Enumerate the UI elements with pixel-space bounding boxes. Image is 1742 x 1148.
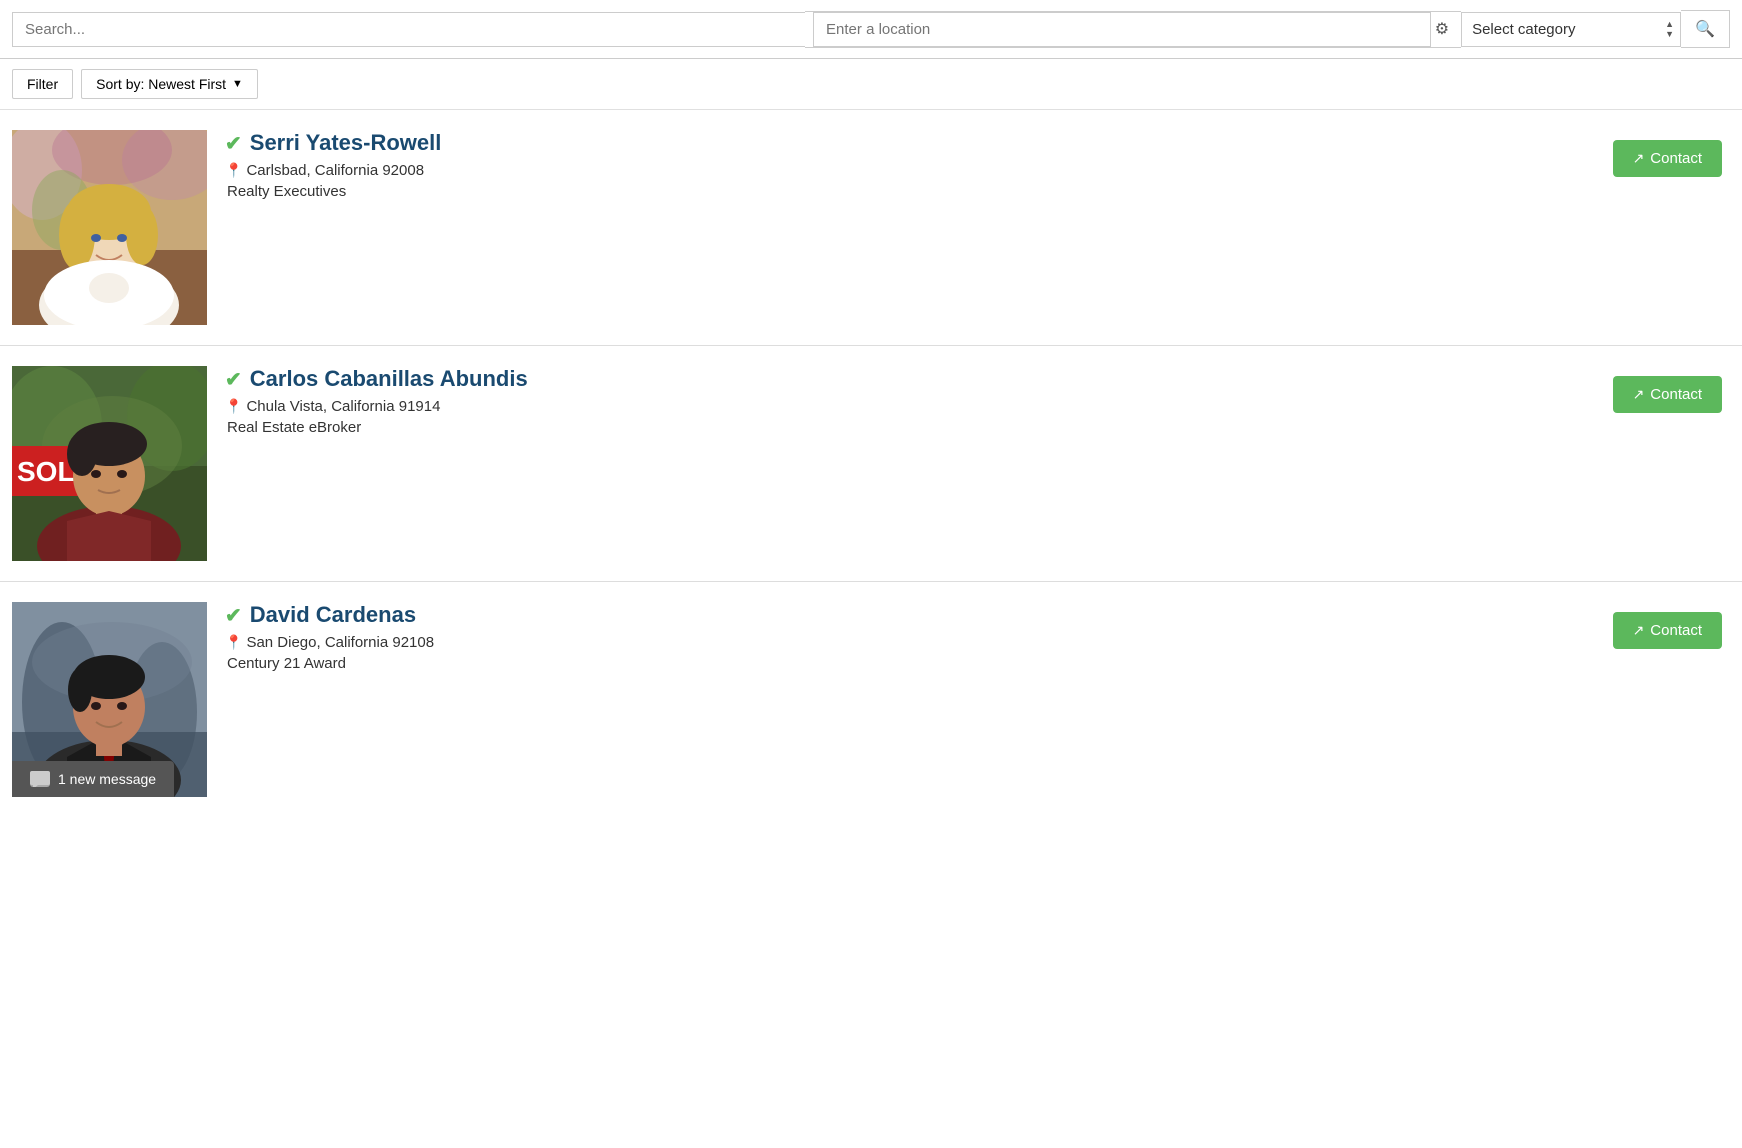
search-go-button[interactable]: 🔍	[1681, 10, 1730, 48]
message-bubble-icon	[30, 771, 50, 787]
listing-company: Century 21 Award	[227, 655, 1730, 672]
contact-label: Contact	[1650, 622, 1702, 639]
contact-button[interactable]: ↗ Contact	[1613, 140, 1722, 177]
gear-icon[interactable]: ⚙	[1431, 17, 1453, 41]
contact-icon: ↗	[1633, 622, 1645, 639]
listing-name-text: Carlos Cabanillas Abundis	[250, 366, 528, 392]
listing-card: 1 new message ✔ David Cardenas 📍 San Die…	[0, 582, 1742, 817]
category-select[interactable]: Select category Real Estate Finance Insu…	[1462, 13, 1665, 46]
listings-container: ✔ Serri Yates-Rowell 📍 Carlsbad, Califor…	[0, 110, 1742, 817]
verified-icon: ✔	[225, 367, 242, 392]
listing-company: Real Estate eBroker	[227, 419, 1730, 436]
contact-label: Contact	[1650, 386, 1702, 403]
contact-icon: ↗	[1633, 386, 1645, 403]
contact-label: Contact	[1650, 150, 1702, 167]
listing-location-text: Carlsbad, California 92008	[246, 162, 424, 179]
filter-button[interactable]: Filter	[12, 69, 73, 99]
search-bar: ⚙ Select category Real Estate Finance In…	[0, 0, 1742, 59]
listing-photo-wrap: 1 new message	[12, 602, 207, 797]
listing-photo-wrap: SOLD	[12, 366, 207, 561]
listing-name: ✔ Carlos Cabanillas Abundis	[225, 366, 1730, 392]
pin-icon: 📍	[225, 162, 242, 179]
listing-card: SOLD ✔	[0, 346, 1742, 582]
search-input[interactable]	[12, 12, 805, 47]
listing-photo: SOLD	[12, 366, 207, 561]
listing-card: ✔ Serri Yates-Rowell 📍 Carlsbad, Califor…	[0, 110, 1742, 346]
toolbar: Filter Sort by: Newest First ▼	[0, 59, 1742, 110]
new-message-bubble[interactable]: 1 new message	[12, 761, 174, 797]
listing-name-text: Serri Yates-Rowell	[250, 130, 442, 156]
listing-info: ✔ David Cardenas 📍 San Diego, California…	[207, 602, 1730, 672]
sortby-arrow-icon: ▼	[232, 78, 243, 90]
listing-company: Realty Executives	[227, 183, 1730, 200]
listing-name: ✔ David Cardenas	[225, 602, 1730, 628]
listing-name: ✔ Serri Yates-Rowell	[225, 130, 1730, 156]
pin-icon: 📍	[225, 634, 242, 651]
contact-button[interactable]: ↗ Contact	[1613, 376, 1722, 413]
listing-location-text: San Diego, California 92108	[246, 634, 434, 651]
verified-icon: ✔	[225, 603, 242, 628]
listing-location: 📍 San Diego, California 92108	[225, 634, 1730, 651]
listing-info: ✔ Serri Yates-Rowell 📍 Carlsbad, Califor…	[207, 130, 1730, 200]
location-input[interactable]	[813, 12, 1431, 47]
verified-icon: ✔	[225, 131, 242, 156]
listing-location: 📍 Chula Vista, California 91914	[225, 398, 1730, 415]
listing-name-text: David Cardenas	[250, 602, 416, 628]
category-select-wrap: Select category Real Estate Finance Insu…	[1461, 12, 1681, 47]
sortby-button[interactable]: Sort by: Newest First ▼	[81, 69, 258, 99]
pin-icon: 📍	[225, 398, 242, 415]
location-input-wrap: ⚙	[805, 11, 1461, 48]
listing-photo	[12, 130, 207, 325]
listing-photo-wrap	[12, 130, 207, 325]
sortby-label: Sort by: Newest First	[96, 76, 226, 92]
new-message-text: 1 new message	[58, 771, 156, 787]
contact-button[interactable]: ↗ Contact	[1613, 612, 1722, 649]
category-arrows-icon: ▲▼	[1665, 19, 1680, 39]
listing-location-text: Chula Vista, California 91914	[246, 398, 440, 415]
listing-info: ✔ Carlos Cabanillas Abundis 📍 Chula Vist…	[207, 366, 1730, 436]
contact-icon: ↗	[1633, 150, 1645, 167]
listing-location: 📍 Carlsbad, California 92008	[225, 162, 1730, 179]
